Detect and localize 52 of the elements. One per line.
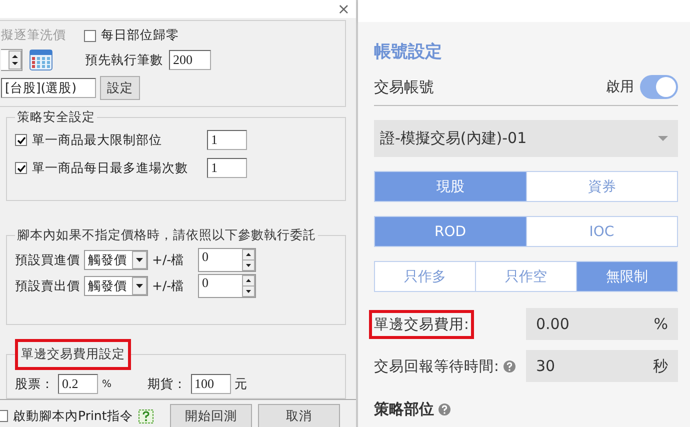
futures-fee-input[interactable]: 100 (190, 374, 231, 394)
group-title: 腳本內如果不指定價格時，請依照以下參數執行委託 (16, 227, 317, 244)
value-field[interactable]: 30 秒 (526, 350, 678, 382)
section-title: 策略部位 (374, 400, 434, 419)
tick-spinner[interactable]: 0 (198, 274, 256, 298)
checkbox[interactable] (15, 134, 27, 146)
checkbox-label: 啟動腳本內Print指令 (13, 408, 133, 424)
limit-input[interactable]: 1 (207, 130, 247, 150)
start-backtest-button[interactable]: 開始回測 (170, 404, 252, 427)
market-field[interactable]: [台股](選股) (1, 78, 96, 98)
checkbox-label: 單一商品每日最多進場次數 (32, 160, 189, 176)
preload-label: 預先執行筆數 (85, 52, 163, 68)
spinner-arrows-icon[interactable] (1, 49, 23, 71)
unit-label: % (102, 378, 112, 390)
tick-label: +/-檔 (152, 278, 186, 294)
price-label: 預設賣出價 (15, 278, 80, 294)
help-icon[interactable] (138, 408, 154, 424)
field-label: 單邊交易費用: (369, 310, 474, 338)
checkbox-label: 單一商品最大限制部位 (32, 132, 163, 148)
tick-spinner[interactable]: 0 (198, 248, 256, 272)
help-icon[interactable] (438, 403, 451, 416)
help-icon[interactable] (502, 360, 516, 372)
calendar-icon[interactable] (29, 49, 53, 71)
futures-label: 期貨： (148, 376, 187, 392)
close-button[interactable]: × (337, 0, 350, 18)
slippage-label: 擬逐筆洗價 (1, 27, 66, 44)
price-select[interactable]: 觸發價 (84, 276, 148, 296)
value-field[interactable]: 0.00 % (526, 308, 678, 340)
tick-label: +/-檔 (152, 252, 186, 268)
group-title: 策略安全設定 (16, 109, 96, 126)
price-label: 預設買進價 (15, 252, 80, 268)
limit-input[interactable]: 1 (207, 158, 247, 178)
group-title: 單邊交易費用設定 (15, 339, 131, 370)
cancel-button[interactable]: 取消 (258, 404, 340, 427)
checkbox[interactable] (15, 162, 27, 174)
set-button[interactable]: 設定 (100, 76, 140, 100)
enable-toggle[interactable] (640, 75, 678, 99)
spinner-arrows-icon[interactable] (242, 249, 255, 271)
checkbox[interactable] (84, 30, 96, 42)
panel-title: 帳號設定 (374, 41, 443, 63)
enable-label: 啟用 (606, 78, 634, 96)
spinner-arrows-icon[interactable] (242, 275, 255, 297)
price-select[interactable]: 觸發價 (84, 250, 148, 270)
stock-label: 股票： (15, 376, 54, 392)
caret-icon (658, 136, 668, 142)
unit-label: 元 (234, 376, 248, 392)
account-label: 交易帳號 (374, 78, 434, 96)
stock-fee-input[interactable]: 0.2 (58, 374, 98, 394)
checkbox-label: 每日部位歸零 (101, 27, 179, 44)
field-label: 交易回報等待時間: (374, 358, 499, 376)
preload-input[interactable]: 200 (169, 50, 211, 70)
account-select[interactable]: 證-模擬交易(內建)-01 (374, 120, 678, 157)
